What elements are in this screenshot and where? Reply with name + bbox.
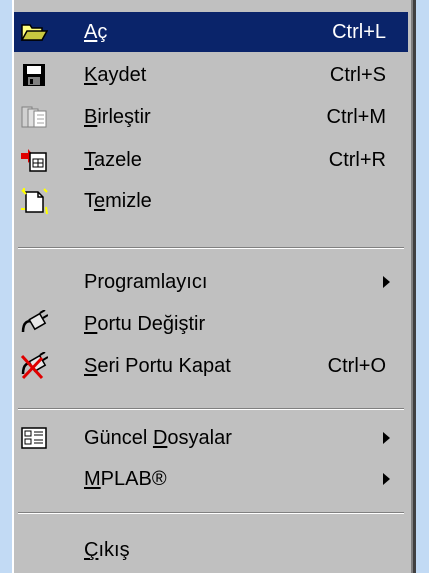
plug-icon (20, 310, 48, 338)
new-document-icon (20, 187, 48, 215)
menu-item-save[interactable]: Kaydet Ctrl+S (14, 55, 408, 95)
menu-item-shortcut: Ctrl+O (327, 354, 386, 377)
menu-item-open[interactable]: Aç Ctrl+L (14, 12, 408, 52)
menu-item-recent-files[interactable]: Güncel Dosyalar (14, 418, 408, 458)
menu-item-label: Seri Portu Kapat (84, 354, 231, 377)
submenu-arrow-icon (383, 473, 390, 485)
menu-item-label: Aç (84, 20, 108, 43)
recent-files-icon (20, 424, 48, 452)
menu-item-change-port[interactable]: Portu Değiştir (14, 304, 408, 344)
menu-item-merge[interactable]: Birleştir Ctrl+M (14, 97, 408, 137)
menu-item-programmer[interactable]: Programlayıcı (14, 262, 408, 302)
menu-item-clear[interactable]: Temizle (14, 181, 408, 221)
menu-item-shortcut: Ctrl+L (332, 20, 386, 43)
menu-item-shortcut: Ctrl+S (329, 63, 386, 86)
menu-item-label: Çıkış (84, 538, 130, 561)
menu-separator (18, 512, 404, 514)
menu-item-label: Portu Değiştir (84, 312, 206, 335)
open-folder-icon (20, 18, 48, 46)
merge-pages-icon (20, 103, 48, 131)
menu-separator (18, 408, 404, 410)
menu-item-label: Tazele (84, 148, 142, 171)
menu-item-label: MPLAB® (84, 467, 167, 490)
plug-disconnect-icon (20, 352, 48, 380)
menu-item-mplab[interactable]: MPLAB® (14, 459, 408, 499)
save-floppy-icon (20, 61, 48, 89)
menu-item-label: Programlayıcı (84, 270, 208, 293)
submenu-arrow-icon (383, 276, 390, 288)
menu-item-label: Kaydet (84, 63, 147, 86)
menu-item-shortcut: Ctrl+M (326, 105, 386, 128)
menu-item-shortcut: Ctrl+R (328, 148, 386, 171)
menu-item-refresh[interactable]: Tazele Ctrl+R (14, 140, 408, 180)
menu-item-exit[interactable]: Çıkış (14, 530, 408, 570)
submenu-arrow-icon (383, 432, 390, 444)
menu-item-label: Birleştir (84, 105, 151, 128)
menu-separator (18, 247, 404, 249)
menu-item-label: Temizle (84, 189, 152, 212)
file-menu: Aç Ctrl+L Kaydet Ctrl+S Birleştir Ctrl+M… (12, 0, 416, 573)
menu-item-label: Güncel Dosyalar (84, 426, 232, 449)
refresh-document-icon (20, 146, 48, 174)
menu-item-close-serial-port[interactable]: Seri Portu Kapat Ctrl+O (14, 346, 408, 386)
